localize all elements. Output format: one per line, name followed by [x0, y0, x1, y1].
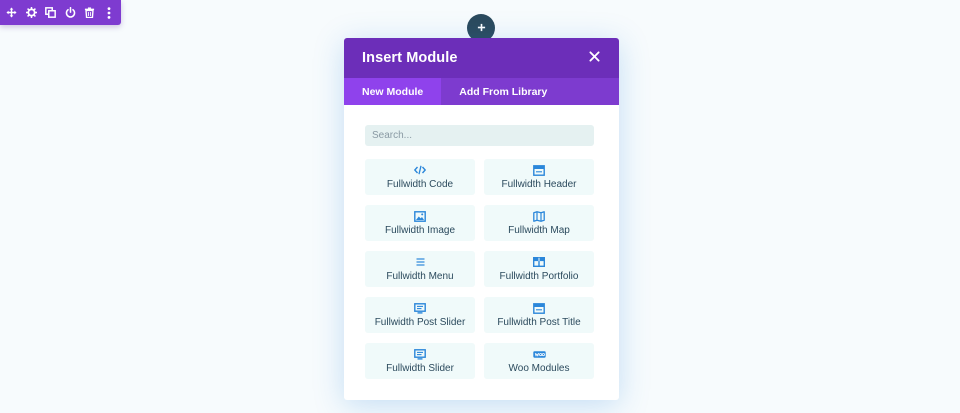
move-icon[interactable] [4, 5, 20, 21]
module-label: Fullwidth Slider [386, 363, 454, 374]
module-woo-modules[interactable]: Woo Modules [484, 343, 594, 379]
map-icon [533, 210, 545, 222]
module-fullwidth-image[interactable]: Fullwidth Image [365, 205, 475, 241]
settings-icon[interactable] [23, 5, 39, 21]
close-button[interactable] [587, 51, 601, 65]
trash-icon[interactable] [82, 5, 98, 21]
module-label: Fullwidth Image [384, 225, 456, 236]
post-title-icon [533, 302, 545, 314]
module-label: Woo Modules [508, 363, 570, 374]
module-grid: Fullwidth Code Fullwidth Header Fullwidt… [365, 159, 598, 379]
tab-add-from-library[interactable]: Add From Library [441, 78, 565, 105]
module-label: Fullwidth Post Title [497, 317, 581, 328]
menu-icon [416, 256, 425, 268]
module-label: Fullwidth Portfolio [499, 271, 579, 282]
modal-body: Fullwidth Code Fullwidth Header Fullwidt… [344, 105, 619, 379]
more-icon[interactable] [101, 5, 117, 21]
module-fullwidth-post-title[interactable]: Fullwidth Post Title [484, 297, 594, 333]
module-label: Fullwidth Header [501, 179, 577, 190]
image-icon [414, 210, 426, 222]
module-label: Fullwidth Map [508, 225, 570, 236]
module-label: Fullwidth Menu [386, 271, 454, 282]
search-input[interactable] [365, 125, 594, 146]
close-icon [588, 49, 600, 67]
header-icon [533, 164, 545, 176]
row-toolbar [0, 0, 121, 25]
plus-icon [477, 19, 486, 37]
insert-module-modal: Insert Module New Module Add From Librar… [344, 38, 619, 400]
module-fullwidth-map[interactable]: Fullwidth Map [484, 205, 594, 241]
slider-icon [414, 348, 426, 360]
module-label: Fullwidth Code [386, 179, 454, 190]
module-label: Fullwidth Post Slider [374, 317, 466, 328]
woo-icon [532, 348, 546, 360]
module-fullwidth-header[interactable]: Fullwidth Header [484, 159, 594, 195]
module-fullwidth-code[interactable]: Fullwidth Code [365, 159, 475, 195]
portfolio-icon [533, 256, 545, 268]
duplicate-icon[interactable] [43, 5, 59, 21]
module-fullwidth-menu[interactable]: Fullwidth Menu [365, 251, 475, 287]
code-icon [414, 164, 426, 176]
post-slider-icon [414, 302, 426, 314]
tab-bar: New Module Add From Library [344, 78, 619, 105]
module-fullwidth-slider[interactable]: Fullwidth Slider [365, 343, 475, 379]
modal-title: Insert Module [362, 50, 458, 66]
module-fullwidth-post-slider[interactable]: Fullwidth Post Slider [365, 297, 475, 333]
module-fullwidth-portfolio[interactable]: Fullwidth Portfolio [484, 251, 594, 287]
power-icon[interactable] [62, 5, 78, 21]
modal-header: Insert Module [344, 38, 619, 78]
tab-new-module[interactable]: New Module [344, 78, 442, 105]
